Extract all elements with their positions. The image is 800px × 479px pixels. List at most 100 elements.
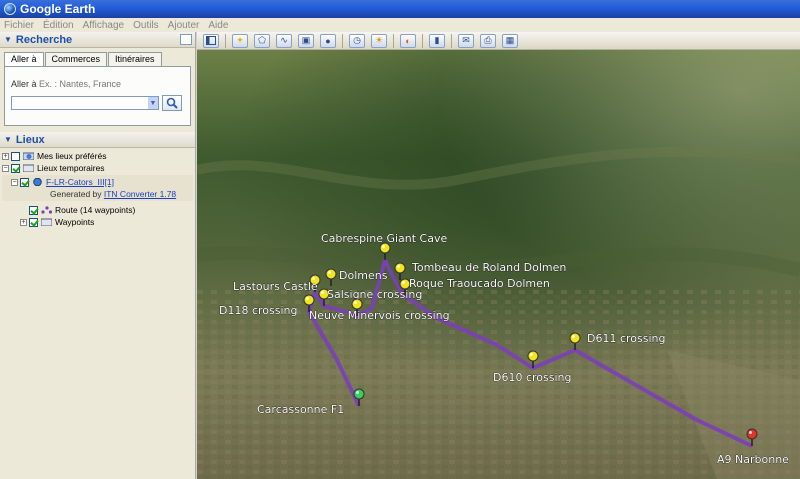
waypoint-label[interactable]: Roque Traoucado Dolmen bbox=[409, 277, 551, 291]
expand-icon[interactable]: + bbox=[2, 152, 9, 160]
menu-edition[interactable]: Édition bbox=[43, 20, 74, 31]
record-tour-button[interactable]: ● bbox=[320, 33, 336, 48]
planet-icon: ◐ bbox=[405, 35, 411, 46]
toolbar-separator bbox=[451, 33, 452, 48]
menu-outils[interactable]: Outils bbox=[133, 20, 159, 31]
tree-item-document[interactable]: − F-LR-Cators_III[1] bbox=[2, 176, 193, 188]
path-icon: ∿ bbox=[280, 35, 288, 45]
document-description: Generated by ITN Converter 1.78 bbox=[2, 188, 193, 200]
toolbar-separator bbox=[422, 33, 423, 48]
pushpin-icon[interactable] bbox=[394, 262, 406, 274]
pushpin-highlight bbox=[306, 297, 309, 300]
checkbox[interactable] bbox=[11, 163, 20, 173]
expand-icon[interactable]: + bbox=[20, 218, 27, 226]
pushpin-icon[interactable] bbox=[353, 388, 365, 400]
satellite-map[interactable]: Cabrespine Giant Cave Tombeau de Roland D… bbox=[197, 50, 800, 479]
menu-affichage[interactable]: Affichage bbox=[83, 20, 125, 31]
pushpin-icon[interactable] bbox=[303, 294, 315, 306]
pushpin-highlight bbox=[530, 353, 533, 356]
waypoint-label[interactable]: Salsigne crossing bbox=[327, 288, 423, 302]
waypoint-label[interactable]: Cabrespine Giant Cave bbox=[321, 232, 448, 246]
toolbar-separator bbox=[393, 33, 394, 48]
itn-converter-link[interactable]: ITN Converter 1.78 bbox=[104, 189, 176, 199]
pushpin-icon[interactable] bbox=[746, 428, 758, 440]
pushpin-highlight bbox=[328, 271, 331, 274]
checkbox[interactable] bbox=[11, 151, 20, 161]
pushpin-highlight bbox=[402, 281, 405, 284]
add-polygon-button[interactable]: ⬠ bbox=[254, 33, 270, 48]
collapse-triangle-icon[interactable]: ▼ bbox=[4, 135, 12, 144]
waypoint-label[interactable]: Tombeau de Roland Dolmen bbox=[411, 261, 567, 275]
planets-button[interactable]: ◐ bbox=[400, 33, 416, 48]
waypoint-label[interactable]: A9 Narbonne bbox=[717, 453, 790, 467]
tab-itineraires[interactable]: Itinéraires bbox=[108, 52, 162, 66]
map-view[interactable]: Cabrespine Giant Cave Tombeau de Roland D… bbox=[197, 50, 800, 479]
google-maps-button[interactable]: ▦ bbox=[502, 33, 518, 48]
search-panel-header[interactable]: ▼ Recherche bbox=[0, 32, 195, 48]
tree-item-waypoints[interactable]: + Waypoints bbox=[2, 216, 193, 228]
tab-commerces[interactable]: Commerces bbox=[44, 52, 108, 66]
waypoint-label[interactable]: Dolmens bbox=[339, 269, 388, 283]
google-earth-logo-icon bbox=[4, 3, 16, 15]
search-icon bbox=[166, 97, 178, 109]
panel-toggle-icon[interactable] bbox=[180, 34, 192, 45]
pushpin-icon[interactable] bbox=[325, 268, 337, 280]
ruler-icon: ▮ bbox=[434, 35, 440, 45]
print-button[interactable]: ⎙ bbox=[480, 33, 496, 48]
sunlight-button[interactable]: ☀ bbox=[371, 33, 387, 48]
globe-folder-icon bbox=[23, 152, 34, 160]
chevron-down-icon[interactable]: ▼ bbox=[148, 97, 158, 109]
checkbox[interactable] bbox=[20, 177, 29, 187]
waypoint-label[interactable]: D611 crossing bbox=[587, 332, 666, 346]
waypoint-label[interactable]: D118 crossing bbox=[219, 304, 298, 318]
checkbox[interactable] bbox=[29, 217, 38, 227]
menu-aide[interactable]: Aide bbox=[208, 20, 228, 31]
places-panel-title: Lieux bbox=[15, 133, 45, 146]
search-button[interactable] bbox=[162, 95, 182, 111]
pushpin-icon[interactable] bbox=[569, 332, 581, 344]
add-placemark-button[interactable]: ✦ bbox=[232, 33, 248, 48]
image-overlay-icon: ▣ bbox=[301, 35, 311, 45]
waypoint-label[interactable]: Neuve Minervois crossing bbox=[309, 309, 450, 323]
tree-item-route[interactable]: Route (14 waypoints) bbox=[2, 204, 193, 216]
selected-document: − F-LR-Cators_III[1] Generated by ITN Co… bbox=[2, 175, 193, 201]
tree-item-label: Lieux temporaires bbox=[37, 163, 105, 173]
tree-line bbox=[20, 207, 27, 214]
email-button[interactable]: ✉ bbox=[458, 33, 474, 48]
historical-imagery-button[interactable]: ◷ bbox=[349, 33, 365, 48]
collapse-icon[interactable]: − bbox=[11, 178, 18, 186]
menu-ajouter[interactable]: Ajouter bbox=[168, 20, 200, 31]
waypoint-label[interactable]: Carcassonne F1 bbox=[257, 403, 345, 417]
places-panel-header[interactable]: ▼ Lieux bbox=[0, 132, 195, 148]
places-tree: + Mes lieux préférés − Lieux temporaires… bbox=[0, 148, 195, 230]
places-panel: ▼ Lieux + Mes lieux préférés − Lieux tem… bbox=[0, 132, 195, 230]
collapse-triangle-icon[interactable]: ▼ bbox=[4, 35, 12, 44]
sidebar-toggle-button[interactable] bbox=[203, 33, 219, 48]
menu-bar: Fichier Édition Affichage Outils Ajouter… bbox=[0, 18, 800, 32]
title-bar: Google Earth bbox=[0, 0, 800, 18]
search-hint-label: Aller à bbox=[11, 79, 37, 89]
collapse-icon[interactable]: − bbox=[2, 164, 9, 172]
tree-item-lieux-temporaires[interactable]: − Lieux temporaires bbox=[2, 162, 193, 174]
printer-icon: ⎙ bbox=[484, 35, 492, 45]
search-input[interactable]: ▼ bbox=[11, 96, 159, 110]
waypoint-label[interactable]: D610 crossing bbox=[493, 371, 572, 385]
menu-fichier[interactable]: Fichier bbox=[4, 20, 34, 31]
pushpin-icon[interactable] bbox=[527, 350, 539, 362]
tree-item-label: Mes lieux préférés bbox=[37, 151, 107, 161]
pushpin-icon[interactable] bbox=[351, 298, 363, 310]
clock-icon: ◷ bbox=[353, 35, 361, 45]
sun-icon: ☀ bbox=[374, 35, 384, 45]
waypoint-label[interactable]: Lastours Castle bbox=[233, 280, 318, 294]
ruler-button[interactable]: ▮ bbox=[429, 33, 445, 48]
tree-item-label[interactable]: F-LR-Cators_III[1] bbox=[46, 176, 114, 188]
pushpin-highlight bbox=[382, 245, 385, 248]
globe-document-icon bbox=[33, 178, 42, 186]
checkbox[interactable] bbox=[29, 205, 38, 215]
add-image-overlay-button[interactable]: ▣ bbox=[298, 33, 314, 48]
google-earth-window: Google Earth Fichier Édition Affichage O… bbox=[0, 0, 800, 479]
tree-item-mes-lieux[interactable]: + Mes lieux préférés bbox=[2, 150, 193, 162]
tab-aller-a[interactable]: Aller à bbox=[4, 52, 44, 66]
add-path-button[interactable]: ∿ bbox=[276, 33, 292, 48]
tree-item-label: Waypoints bbox=[55, 217, 95, 227]
